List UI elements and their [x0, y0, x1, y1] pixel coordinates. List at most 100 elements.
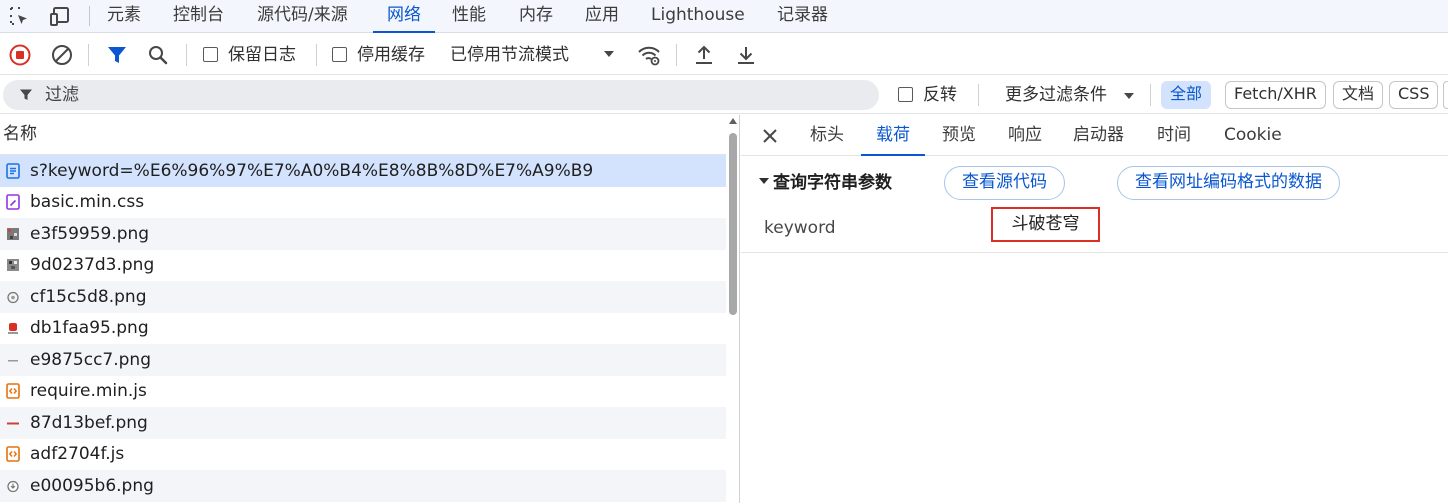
- toolbar-divider: [89, 6, 90, 26]
- tab-application[interactable]: 应用: [585, 0, 619, 33]
- view-source-button[interactable]: 查看源代码: [944, 166, 1065, 200]
- image-icon: [8, 323, 18, 335]
- image-icon: [7, 227, 19, 240]
- query-params-section-header[interactable]: 查询字符串参数: [759, 171, 892, 195]
- script-icon: [6, 383, 20, 400]
- param-value: 斗破苍穹: [991, 207, 1100, 242]
- tab-headers[interactable]: 标头: [810, 115, 844, 156]
- tab-initiator[interactable]: 启动器: [1073, 115, 1124, 156]
- clear-icon[interactable]: [50, 43, 74, 67]
- request-list-scrollbar[interactable]: [726, 115, 739, 503]
- filter-bar: 过滤 反转 更多过滤条件 全部 Fetch/XHR 文档 CSS: [0, 75, 1448, 114]
- request-row[interactable]: e00095b6.png: [0, 470, 726, 502]
- type-filter-more[interactable]: [1443, 81, 1448, 109]
- toolbar-divider: [316, 44, 317, 66]
- request-name: 9d0237d3.png: [30, 255, 155, 276]
- scroll-up-arrow[interactable]: [729, 118, 737, 124]
- disable-cache-label: 停用缓存: [357, 45, 425, 65]
- section-title: 查询字符串参数: [773, 173, 892, 193]
- request-row[interactable]: e9875cc7.png: [0, 344, 726, 376]
- request-row[interactable]: basic.min.css: [0, 187, 726, 219]
- request-name: adf2704f.js: [30, 444, 125, 465]
- tab-response[interactable]: 响应: [1008, 115, 1042, 156]
- tab-timing[interactable]: 时间: [1157, 115, 1191, 156]
- request-name: e9875cc7.png: [30, 349, 151, 370]
- network-conditions-icon[interactable]: [637, 43, 661, 67]
- tab-payload[interactable]: 载荷: [861, 115, 925, 156]
- search-icon[interactable]: [146, 43, 170, 67]
- select-element-icon[interactable]: [8, 5, 30, 27]
- script-icon: [6, 446, 20, 463]
- request-row[interactable]: db1faa95.png: [0, 313, 726, 345]
- request-name: s?keyword=%E6%96%97%E7%A0%B4%E8%8B%8D%E7…: [30, 160, 594, 181]
- image-icon: [7, 422, 19, 425]
- image-icon: [7, 291, 19, 303]
- network-toolbar: 保留日志 停用缓存 已停用节流模式: [0, 34, 1448, 75]
- preserve-log-checkbox[interactable]: [203, 47, 218, 62]
- stylesheet-icon: [6, 194, 20, 211]
- toolbar-divider: [676, 44, 677, 66]
- request-detail-pane: 标头 载荷 预览 响应 启动器 时间 Cookie 查询字符串参数 查看源代码 …: [741, 115, 1448, 503]
- image-icon: [7, 259, 19, 272]
- divider: [741, 252, 1448, 253]
- toolbar-divider: [186, 44, 187, 66]
- column-header-name[interactable]: 名称: [0, 115, 726, 155]
- request-name: cf15c5d8.png: [30, 286, 147, 307]
- disable-cache-checkbox[interactable]: [332, 47, 347, 62]
- filter-placeholder: 过滤: [45, 85, 79, 105]
- toolbar-divider: [978, 84, 979, 106]
- tab-network[interactable]: 网络: [373, 0, 435, 33]
- request-row[interactable]: s?keyword=%E6%96%97%E7%A0%B4%E8%8B%8D%E7…: [0, 155, 726, 187]
- filter-icon[interactable]: [105, 43, 129, 67]
- image-icon: [8, 359, 18, 362]
- tab-lighthouse[interactable]: Lighthouse: [651, 0, 745, 33]
- request-row[interactable]: e3f59959.png: [0, 218, 726, 250]
- stop-recording-icon[interactable]: [8, 43, 32, 67]
- devtools-tab-bar: 元素 控制台 源代码/来源 网络 性能 内存 应用 Lighthouse 记录器: [0, 0, 1448, 33]
- request-row[interactable]: 9d0237d3.png: [0, 250, 726, 282]
- tab-elements[interactable]: 元素: [107, 0, 141, 33]
- type-filter-doc[interactable]: 文档: [1333, 81, 1384, 109]
- document-icon: [6, 162, 20, 179]
- tab-console[interactable]: 控制台: [173, 0, 224, 33]
- more-filters-dropdown[interactable]: 更多过滤条件: [1005, 83, 1107, 107]
- tab-preview[interactable]: 预览: [942, 115, 976, 156]
- chevron-down-icon[interactable]: [602, 47, 616, 61]
- request-name: 87d13bef.png: [30, 412, 148, 433]
- type-filter-fetch-xhr[interactable]: Fetch/XHR: [1225, 81, 1326, 109]
- filter-icon: [20, 89, 32, 100]
- throttling-select[interactable]: 已停用节流模式: [450, 43, 569, 67]
- invert-checkbox[interactable]: [898, 87, 913, 102]
- image-icon: [7, 480, 19, 492]
- invert-label: 反转: [923, 85, 957, 105]
- tab-memory[interactable]: 内存: [519, 0, 553, 33]
- export-har-icon[interactable]: [734, 43, 758, 67]
- filter-input[interactable]: 过滤: [3, 80, 879, 110]
- expand-triangle-icon: [759, 178, 769, 184]
- close-icon[interactable]: [761, 127, 779, 145]
- request-row[interactable]: cf15c5d8.png: [0, 281, 726, 313]
- tab-recorder[interactable]: 记录器: [777, 0, 828, 33]
- toolbar-divider: [1150, 84, 1151, 106]
- scrollbar-thumb[interactable]: [729, 133, 737, 315]
- tab-sources[interactable]: 源代码/来源: [257, 0, 348, 33]
- request-list: 名称 s?keyword=%E6%96%97%E7%A0%B4%E8%8B%8D…: [0, 115, 740, 503]
- chevron-down-icon[interactable]: [1123, 90, 1135, 102]
- type-filter-css[interactable]: CSS: [1389, 81, 1439, 109]
- preserve-log-label: 保留日志: [228, 45, 296, 65]
- tab-cookies[interactable]: Cookie: [1224, 115, 1282, 156]
- import-har-icon[interactable]: [692, 43, 716, 67]
- request-row[interactable]: require.min.js: [0, 376, 726, 408]
- device-toolbar-icon[interactable]: [50, 5, 72, 27]
- request-name: db1faa95.png: [30, 318, 149, 339]
- request-row[interactable]: 87d13bef.png: [0, 407, 726, 439]
- request-name: basic.min.css: [30, 192, 145, 213]
- type-filter-all[interactable]: 全部: [1161, 81, 1212, 109]
- request-row[interactable]: adf2704f.js: [0, 439, 726, 471]
- request-name: e00095b6.png: [30, 475, 154, 496]
- toolbar-divider: [88, 44, 89, 66]
- tab-performance[interactable]: 性能: [452, 0, 486, 33]
- request-name: require.min.js: [30, 381, 147, 402]
- param-key: keyword: [764, 218, 836, 238]
- view-url-encoded-button[interactable]: 查看网址编码格式的数据: [1117, 166, 1340, 200]
